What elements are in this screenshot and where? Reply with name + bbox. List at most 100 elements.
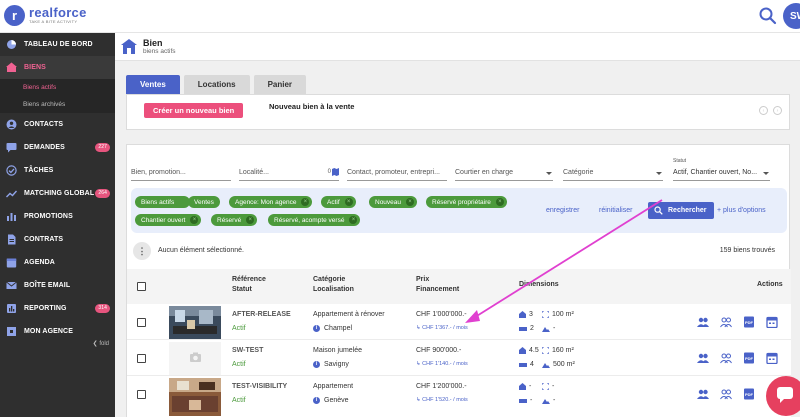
sidebar-item-promotions[interactable]: PROMOTIONS	[0, 205, 115, 228]
house-icon	[519, 311, 526, 318]
col-location[interactable]: Localisation	[313, 285, 354, 295]
filter-chip[interactable]: Agence: Mon agence ×	[229, 196, 313, 208]
select-all-checkbox[interactable]	[137, 282, 146, 291]
close-icon[interactable]: ×	[190, 216, 199, 224]
create-property-button[interactable]: Créer un nouveau bien	[144, 103, 244, 118]
pdf-icon[interactable]: PDF	[743, 388, 755, 400]
matching-icon[interactable]	[720, 352, 732, 364]
status-select[interactable]: Actif, Chantier ouvert, No...	[673, 165, 770, 181]
sidebar-item-biens[interactable]: BIENS	[0, 56, 115, 79]
surface-value: -	[552, 383, 555, 390]
sidebar-item-demandes[interactable]: DEMANDES 227	[0, 136, 115, 159]
matching-icon[interactable]	[720, 388, 732, 400]
land-icon	[542, 326, 550, 332]
location-label: Champel	[324, 325, 353, 332]
contacts-icon[interactable]	[697, 316, 709, 328]
close-icon[interactable]: ×	[349, 216, 358, 224]
demandes-badge: 227	[95, 143, 110, 152]
prev-icon[interactable]: ‹	[759, 106, 768, 115]
more-vertical-icon[interactable]: ⋮	[133, 242, 151, 260]
row-checkbox[interactable]	[137, 318, 146, 327]
pdf-icon[interactable]: PDF	[743, 352, 755, 364]
sidebar-subitem-active-properties[interactable]: Biens actifs	[0, 79, 115, 96]
sidebar-item-agenda[interactable]: AGENDA	[0, 251, 115, 274]
tab-locations[interactable]: Locations	[183, 75, 250, 94]
sidebar-item-dashboard[interactable]: TABLEAU DE BORD	[0, 33, 115, 56]
locality-count: 0	[327, 169, 331, 175]
more-options-link[interactable]: + plus d'options	[717, 207, 766, 214]
locality-input[interactable]: Localité... 0	[239, 165, 339, 181]
row-checkbox[interactable]	[137, 354, 146, 363]
table-row[interactable]: SW-TEST Actif Maison jumelée i Savigny CH…	[127, 340, 791, 376]
filter-chip[interactable]: Réservé, acompte versé ×	[268, 214, 361, 226]
sidebar-item-label: BOÎTE EMAIL	[24, 282, 71, 289]
filter-chip[interactable]: Biens actifs	[135, 196, 191, 208]
search-property-input[interactable]: Bien, promotion...	[131, 165, 231, 181]
chat-support-button[interactable]	[766, 376, 800, 416]
sidebar-item-taches[interactable]: TÂCHES	[0, 159, 115, 182]
contacts-icon[interactable]	[697, 352, 709, 364]
col-price[interactable]: Prix	[416, 275, 429, 285]
reset-filters-link[interactable]: réinitialiser	[599, 207, 632, 214]
sidebar-subitem-archived-properties[interactable]: Biens archivés	[0, 96, 115, 113]
col-reference[interactable]: Référence	[232, 275, 266, 285]
close-icon[interactable]: ×	[495, 198, 504, 206]
row-checkbox[interactable]	[137, 390, 146, 399]
calendar-icon[interactable]	[766, 352, 778, 364]
table-row[interactable]: TEST-VISIBILITY Actif Appartement i Genèv…	[127, 376, 791, 417]
filter-chip[interactable]: Ventes	[188, 196, 220, 208]
avatar[interactable]: SW	[783, 3, 800, 29]
category-select[interactable]: Catégorie	[563, 165, 663, 181]
sidebar-item-matching[interactable]: MATCHING GLOBAL 264	[0, 182, 115, 205]
property-reference[interactable]: TEST-VISIBILITY	[232, 383, 287, 390]
property-reference[interactable]: AFTER-RELEASE	[232, 311, 291, 318]
contact-input[interactable]: Contact, promoteur, entrepri...	[347, 165, 447, 181]
sidebar-item-reporting[interactable]: REPORTING 314	[0, 297, 115, 320]
col-category[interactable]: Catégorie	[313, 275, 345, 285]
property-photo[interactable]	[169, 378, 221, 416]
search-button[interactable]: Rechercher	[648, 202, 714, 219]
property-status: Actif	[232, 397, 246, 404]
col-financing[interactable]: Financement	[416, 285, 459, 295]
fold-toggle[interactable]: ❮ fold	[93, 340, 109, 347]
close-icon[interactable]: ×	[344, 198, 353, 206]
filter-chip[interactable]: Chantier ouvert ×	[135, 214, 202, 226]
bed-icon	[519, 362, 527, 367]
search-icon[interactable]	[758, 6, 778, 26]
tab-panier[interactable]: Panier	[253, 75, 307, 94]
property-reference[interactable]: SW-TEST	[232, 347, 263, 354]
contacts-icon[interactable]	[697, 388, 709, 400]
col-status[interactable]: Statut	[232, 285, 252, 295]
chip-label: Réservé propriétaire	[432, 198, 491, 206]
filter-chip[interactable]: Réservé propriétaire ×	[426, 196, 507, 208]
table-row[interactable]: AFTER-RELEASE Actif Appartement à rénove…	[127, 304, 791, 340]
logo-name: realforce	[29, 5, 87, 20]
broker-select[interactable]: Courtier en charge	[455, 165, 553, 181]
realforce-logo[interactable]: r realforce TAKE A BITE ACTIVITY	[4, 5, 87, 26]
sidebar-item-contacts[interactable]: CONTACTS	[0, 113, 115, 136]
property-list-card: Bien, promotion... Localité... 0 Contact…	[126, 144, 791, 417]
filter-chip[interactable]: Actif ×	[321, 196, 356, 208]
expand-icon	[542, 311, 549, 318]
pdf-icon[interactable]: PDF	[743, 316, 755, 328]
sidebar-item-email[interactable]: BOÎTE EMAIL	[0, 274, 115, 297]
property-price: CHF 1'200'000.-	[416, 383, 467, 390]
bed-icon	[519, 398, 527, 403]
tab-ventes[interactable]: Ventes	[126, 75, 180, 94]
matching-icon[interactable]	[720, 316, 732, 328]
camera-placeholder-icon[interactable]	[169, 342, 221, 375]
close-icon[interactable]: ×	[246, 216, 255, 224]
land-value: 500 m²	[553, 361, 575, 368]
col-dimensions[interactable]: Dimensions	[519, 280, 559, 290]
sidebar-item-contrats[interactable]: CONTRATS	[0, 228, 115, 251]
property-photo[interactable]	[169, 306, 221, 339]
next-icon[interactable]: ›	[773, 106, 782, 115]
save-filters-link[interactable]: enregistrer	[546, 207, 579, 214]
close-icon[interactable]: ×	[301, 198, 310, 206]
surface-value: 100 m²	[552, 311, 574, 318]
filter-chip[interactable]: Nouveau ×	[369, 196, 418, 208]
close-icon[interactable]: ×	[406, 198, 415, 206]
filter-chip[interactable]: Réservé ×	[211, 214, 258, 226]
location-label: Genève	[324, 397, 349, 404]
calendar-icon[interactable]	[766, 316, 778, 328]
